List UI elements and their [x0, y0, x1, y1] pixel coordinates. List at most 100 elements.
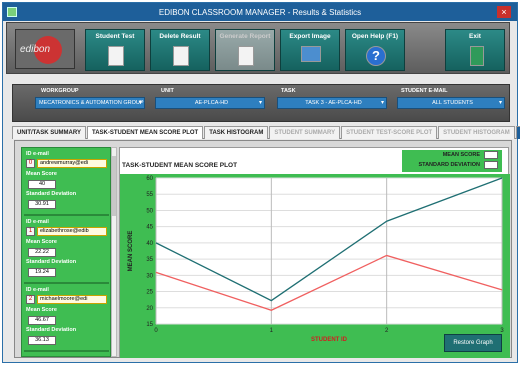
student-email-select[interactable]: ALL STUDENTS ▾ [397, 97, 505, 109]
unit-value: AE-PLCA-HD [194, 100, 229, 106]
y-tick-label: 30 [146, 273, 153, 279]
open-help-button[interactable]: Open Help (F1) ? [345, 29, 405, 71]
chevron-down-icon: ▾ [258, 100, 262, 106]
legend-standard-deviation-swatch [484, 161, 498, 169]
exit-button[interactable]: Exit [445, 29, 505, 71]
y-tick-label: 15 [146, 322, 153, 328]
x-tick-label: 0 [154, 328, 158, 334]
workgroup-value: MECATRONICS & AUTOMATION GROUP [39, 100, 144, 106]
x-tick-label: 1 [270, 328, 274, 334]
id-email-header: ID e-mail [26, 287, 49, 293]
task-label: TASK [281, 88, 296, 94]
student-email-value: ALL STUDENTS [432, 100, 473, 106]
student-id: 2 [26, 295, 35, 304]
y-axis-label: MEAN SCORE [128, 231, 134, 272]
chart-area: TASK-STUDENT MEAN SCORE PLOT MEAN SCORE … [119, 147, 510, 358]
y-tick-label: 40 [146, 241, 153, 247]
student-list-scrollbar[interactable] [111, 147, 117, 357]
tab-unit-task-summary[interactable]: UNIT/TASK SUMMARY [12, 126, 86, 139]
exit-label: Exit [469, 33, 481, 40]
delete-result-button[interactable]: Delete Result [150, 29, 210, 71]
help-icon: ? [366, 46, 386, 66]
student-email-label: STUDENT E-MAIL [401, 88, 448, 94]
export-image-button[interactable]: Export Image [280, 29, 340, 71]
report-icon [238, 46, 254, 66]
std-dev-label: Standard Deviation [26, 191, 77, 197]
x-tick-label: 2 [385, 328, 389, 334]
student-card: ID e-mail 1 elizabethrose@edib Mean Scor… [24, 218, 109, 284]
logo-text: edibon [20, 44, 51, 55]
id-email-header: ID e-mail [26, 151, 49, 157]
chart-title: TASK-STUDENT MEAN SCORE PLOT [122, 162, 238, 169]
edibon-logo: edibon [15, 29, 75, 69]
content-panel: ID e-mail 0 andrewmurray@edi Mean Score … [14, 140, 512, 358]
legend-mean-score-swatch [484, 151, 498, 159]
legend-standard-deviation: STANDARD DEVIATION [418, 162, 480, 168]
mean-score-label: Mean Score [26, 171, 57, 177]
task-value: TASK 3 - AE-PLCA-HD [305, 100, 362, 106]
y-tick-label: 45 [146, 225, 153, 231]
restore-graph-button[interactable]: Restore Graph [444, 334, 502, 352]
generate-report-button[interactable]: Generate Report [215, 29, 275, 71]
toolbar: edibon Student Test Delete Result Genera… [6, 22, 510, 74]
plot-area: 15 20 25 30 35 40 45 50 55 60 0 1 2 3 STUDENT ID MEAN S… [120, 174, 510, 358]
student-list: ID e-mail 0 andrewmurray@edi Mean Score … [21, 147, 111, 357]
unit-label: UNIT [161, 88, 174, 94]
tab-task-student-mean-score-plot[interactable]: TASK-STUDENT MEAN SCORE PLOT [87, 126, 204, 139]
y-tick-label: 25 [146, 290, 153, 296]
task-select[interactable]: TASK 3 - AE-PLCA-HD ▾ [277, 97, 387, 109]
trash-document-icon [173, 46, 189, 66]
std-dev-label: Standard Deviation [26, 327, 77, 333]
student-id: 0 [26, 159, 35, 168]
tab-bar: UNIT/TASK SUMMARY TASK-STUDENT MEAN SCOR… [12, 126, 520, 139]
student-card: ID e-mail 2 michaelmoore@edi Mean Score … [24, 286, 109, 352]
mean-score-value: 22.22 [28, 248, 56, 257]
mean-score-label: Mean Score [26, 307, 57, 313]
student-email[interactable]: andrewmurray@edi [37, 159, 107, 168]
unit-select[interactable]: AE-PLCA-HD ▾ [155, 97, 265, 109]
filter-bar: WORKGROUP MECATRONICS & AUTOMATION GROUP… [12, 84, 510, 122]
student-id: 1 [26, 227, 35, 236]
student-card: ID e-mail 0 andrewmurray@edi Mean Score … [24, 150, 109, 216]
window-title: EDIBON CLASSROOM MANAGER - Results & Sta… [158, 7, 362, 17]
document-icon [108, 46, 124, 66]
image-icon [301, 46, 321, 62]
app-icon [7, 7, 17, 17]
std-dev-label: Standard Deviation [26, 259, 77, 265]
exit-door-icon [470, 46, 484, 66]
chevron-down-icon: ▾ [138, 100, 142, 106]
y-tick-label: 55 [146, 192, 153, 198]
student-test-label: Student Test [95, 33, 135, 40]
tab-overflow [515, 126, 520, 139]
x-axis-label: STUDENT ID [311, 337, 348, 343]
y-tick-label: 60 [146, 176, 153, 182]
student-test-button[interactable]: Student Test [85, 29, 145, 71]
tab-student-histogram[interactable]: STUDENT HISTOGRAM [438, 126, 515, 139]
student-email[interactable]: michaelmoore@edi [37, 295, 107, 304]
tab-task-histogram[interactable]: TASK HISTOGRAM [204, 126, 269, 139]
workgroup-label: WORKGROUP [41, 88, 79, 94]
y-tick-label: 50 [146, 208, 153, 214]
student-email[interactable]: elizabethrose@edib [37, 227, 107, 236]
mean-score-value: 46.67 [28, 316, 56, 325]
std-dev-value: 19.24 [28, 268, 56, 277]
chevron-down-icon: ▾ [380, 100, 384, 106]
open-help-label: Open Help (F1) [351, 33, 399, 40]
std-dev-value: 36.13 [28, 336, 56, 345]
tab-student-summary[interactable]: STUDENT SUMMARY [269, 126, 341, 139]
close-button[interactable]: × [497, 6, 511, 18]
plot-background [155, 177, 503, 325]
scrollbar-thumb[interactable] [112, 156, 116, 216]
workgroup-select[interactable]: MECATRONICS & AUTOMATION GROUP ▾ [35, 97, 145, 109]
y-tick-label: 20 [146, 306, 153, 312]
chart-svg: 152025303540455055600 1 2 3STUDENT IDMEAN S… [128, 176, 504, 343]
tab-student-test-score-plot[interactable]: STUDENT TEST-SCORE PLOT [341, 126, 438, 139]
export-image-label: Export Image [289, 33, 331, 40]
mean-score-label: Mean Score [26, 239, 57, 245]
chevron-down-icon: ▾ [498, 100, 502, 106]
generate-report-label: Generate Report [219, 33, 271, 40]
id-email-header: ID e-mail [26, 219, 49, 225]
title-bar: EDIBON CLASSROOM MANAGER - Results & Sta… [3, 3, 517, 21]
legend-mean-score: MEAN SCORE [442, 152, 480, 158]
y-tick-label: 35 [146, 257, 153, 263]
